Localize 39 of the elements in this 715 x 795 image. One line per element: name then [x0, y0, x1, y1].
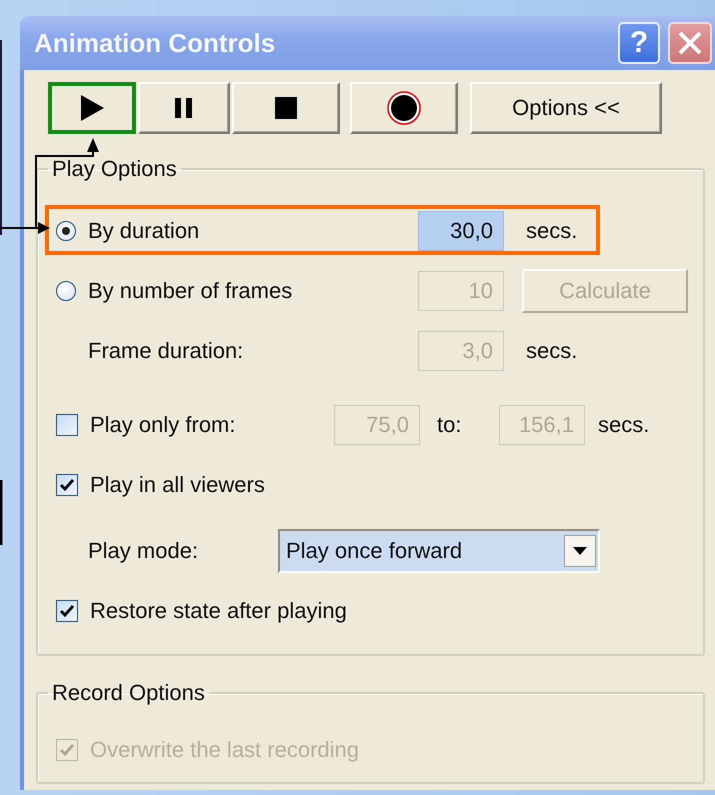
play-icon	[79, 94, 105, 122]
record-button[interactable]	[350, 82, 458, 134]
checkmark-icon	[60, 744, 74, 756]
stop-button[interactable]	[232, 82, 340, 134]
play-button[interactable]	[48, 82, 136, 134]
radio-button[interactable]	[56, 281, 76, 301]
unit-label: secs.	[598, 412, 650, 438]
field-label: Play mode:	[88, 538, 200, 564]
pause-icon	[174, 98, 194, 118]
option-label: By duration	[88, 218, 200, 244]
unit-label: secs.	[526, 338, 578, 364]
checkmark-icon	[60, 479, 74, 491]
close-button[interactable]	[668, 22, 712, 64]
radio-button[interactable]	[56, 221, 76, 241]
record-icon	[387, 91, 421, 125]
checkbox[interactable]	[56, 414, 78, 436]
caret-icon[interactable]	[564, 535, 596, 567]
help-button[interactable]: ?	[618, 22, 660, 64]
option-label: By number of frames	[88, 278, 294, 304]
option-label: Play in all viewers	[90, 472, 265, 498]
option-label: Play only from:	[90, 412, 236, 438]
group-title: Record Options	[51, 680, 206, 706]
option-label: Restore state after playing	[90, 598, 347, 624]
field-label: to:	[437, 412, 462, 438]
options-button[interactable]: Options <<	[470, 82, 662, 134]
input-field[interactable]: 30,0	[418, 211, 504, 251]
leader-line	[0, 480, 2, 545]
checkbox[interactable]	[56, 474, 78, 496]
checkbox[interactable]	[56, 600, 78, 622]
pause-button[interactable]	[138, 82, 230, 134]
option-label: Overwrite the last recording	[90, 737, 359, 763]
unit-label: secs.	[526, 218, 578, 244]
dropdown[interactable]: Play once forward	[278, 529, 600, 573]
window-title: Animation Controls	[34, 28, 276, 58]
group-title: Play Options	[51, 156, 178, 182]
stop-icon	[275, 97, 297, 119]
checkmark-icon	[60, 605, 74, 617]
close-icon	[677, 30, 703, 56]
field-label: Frame duration:	[88, 338, 244, 364]
